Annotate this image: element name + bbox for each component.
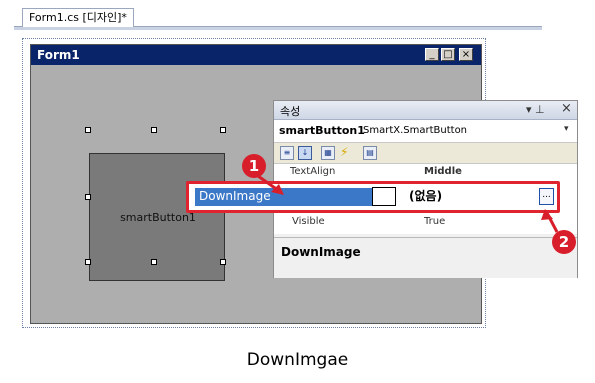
figure-caption: DownImgae: [246, 350, 349, 370]
callout-badge-1: 1: [242, 154, 266, 178]
callout-arrowhead-2: [541, 209, 553, 220]
callout-arrows: [257, 174, 559, 233]
callout-badge-2: 2: [552, 230, 576, 254]
